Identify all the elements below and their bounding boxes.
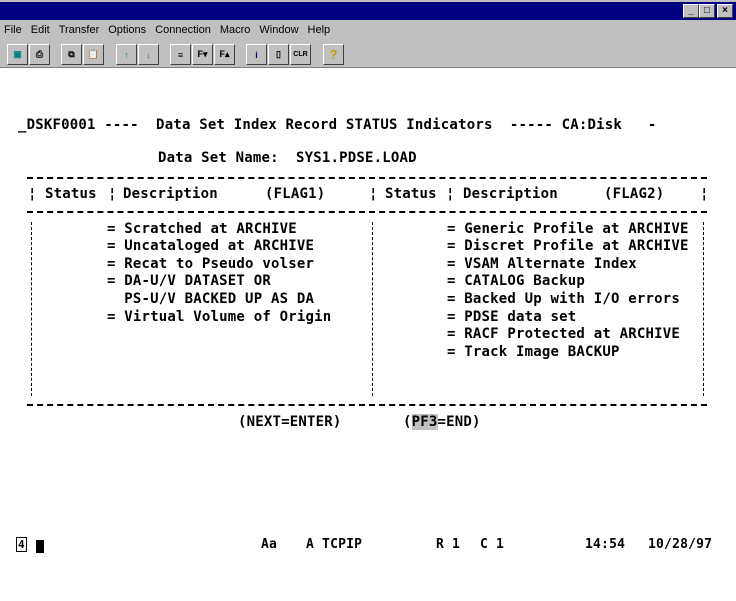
status-connection: A TCPIP bbox=[306, 537, 363, 552]
divider bbox=[27, 211, 707, 213]
column-border bbox=[372, 222, 373, 396]
close-button[interactable]: × bbox=[717, 4, 733, 18]
column-border bbox=[31, 222, 32, 396]
flag1-item: PS-U/V BACKED UP AS DA bbox=[107, 291, 315, 307]
font-up-icon[interactable]: F▴ bbox=[214, 44, 235, 65]
flag2-item: = Backed Up with I/O errors bbox=[447, 291, 680, 307]
col-sep: ¦ bbox=[369, 186, 378, 202]
flag1-item: = Recat to Pseudo volser bbox=[107, 256, 315, 272]
minimize-button[interactable]: _ bbox=[683, 4, 699, 18]
divider bbox=[27, 404, 707, 406]
menu-macro[interactable]: Macro bbox=[220, 24, 251, 36]
col-flag1: (FLAG1) bbox=[265, 186, 326, 202]
status-date: 10/28/97 bbox=[648, 537, 713, 552]
dataset-label: Data Set Name: bbox=[158, 150, 279, 166]
flag2-item: = PDSE data set bbox=[447, 309, 577, 325]
col-status-1: Status bbox=[45, 186, 97, 202]
flag2-item: = VSAM Alternate Index bbox=[447, 256, 637, 272]
col-sep: ¦ bbox=[28, 186, 37, 202]
flag1-item: = Uncataloged at ARCHIVE bbox=[107, 238, 315, 254]
flag1-item: = Scratched at ARCHIVE bbox=[107, 221, 297, 237]
col-sep: ¦ bbox=[700, 186, 709, 202]
dataset-name: SYS1.PDSE.LOAD bbox=[296, 150, 417, 166]
status-col: C 1 bbox=[480, 537, 505, 552]
col-sep: ¦ bbox=[108, 186, 117, 202]
clear-icon[interactable]: CLR bbox=[290, 44, 311, 65]
screen-header: _DSKF0001 ---- Data Set Index Record STA… bbox=[18, 117, 657, 133]
keyboard-map-icon[interactable]: ≡ bbox=[170, 44, 191, 65]
print-icon[interactable]: ⎙ bbox=[29, 44, 50, 65]
title-bar: _ □ × bbox=[0, 2, 736, 20]
macro-icon[interactable]: ▯ bbox=[268, 44, 289, 65]
menu-help[interactable]: Help bbox=[308, 24, 331, 36]
menu-file[interactable]: File bbox=[4, 24, 22, 36]
flag2-item: = Discret Profile at ARCHIVE bbox=[447, 238, 689, 254]
menu-window[interactable]: Window bbox=[259, 24, 298, 36]
display-icon[interactable]: ▣ bbox=[7, 44, 28, 65]
menu-bar: File Edit Transfer Options Connection Ma… bbox=[0, 20, 736, 40]
col-status-2: Status bbox=[385, 186, 437, 202]
end-hint: (PF3=END) bbox=[403, 414, 481, 430]
paren: ( bbox=[403, 414, 412, 430]
paste-icon[interactable]: 📋 bbox=[83, 44, 104, 65]
pf3-key[interactable]: PF3 bbox=[411, 414, 438, 430]
cursor-icon bbox=[36, 540, 44, 553]
menu-connection[interactable]: Connection bbox=[155, 24, 211, 36]
font-down-icon[interactable]: F▾ bbox=[192, 44, 213, 65]
flag1-item: = Virtual Volume of Origin bbox=[107, 309, 332, 325]
receive-file-icon[interactable]: ↓ bbox=[138, 44, 159, 65]
info-icon[interactable]: i bbox=[246, 44, 267, 65]
toolbar: ▣ ⎙ ⧉ 📋 ↑ ↓ ≡ F▾ F▴ i ▯ CLR ? bbox=[0, 40, 736, 68]
session-indicator: 4 bbox=[16, 537, 27, 552]
maximize-button[interactable]: □ bbox=[699, 4, 715, 18]
flag2-item: = Track Image BACKUP bbox=[447, 344, 620, 360]
col-description-2: Description bbox=[463, 186, 558, 202]
flag1-item: = DA-U/V DATASET OR bbox=[107, 273, 271, 289]
status-time: 14:54 bbox=[585, 537, 626, 552]
status-mode: Aa bbox=[261, 537, 278, 552]
menu-options[interactable]: Options bbox=[108, 24, 146, 36]
copy-icon[interactable]: ⧉ bbox=[61, 44, 82, 65]
flag2-item: = Generic Profile at ARCHIVE bbox=[447, 221, 689, 237]
col-flag2: (FLAG2) bbox=[604, 186, 665, 202]
col-description-1: Description bbox=[123, 186, 218, 202]
help-icon[interactable]: ? bbox=[323, 44, 344, 65]
column-border bbox=[703, 222, 704, 396]
divider bbox=[27, 177, 707, 179]
next-enter-hint: (NEXT=ENTER) bbox=[238, 414, 342, 430]
col-sep: ¦ bbox=[446, 186, 455, 202]
send-file-icon[interactable]: ↑ bbox=[116, 44, 137, 65]
menu-transfer[interactable]: Transfer bbox=[59, 24, 100, 36]
flag2-item: = RACF Protected at ARCHIVE bbox=[447, 326, 680, 342]
end-label: =END) bbox=[437, 414, 481, 430]
status-row: R 1 bbox=[436, 537, 461, 552]
flag2-item: = CATALOG Backup bbox=[447, 273, 586, 289]
menu-edit[interactable]: Edit bbox=[31, 24, 50, 36]
